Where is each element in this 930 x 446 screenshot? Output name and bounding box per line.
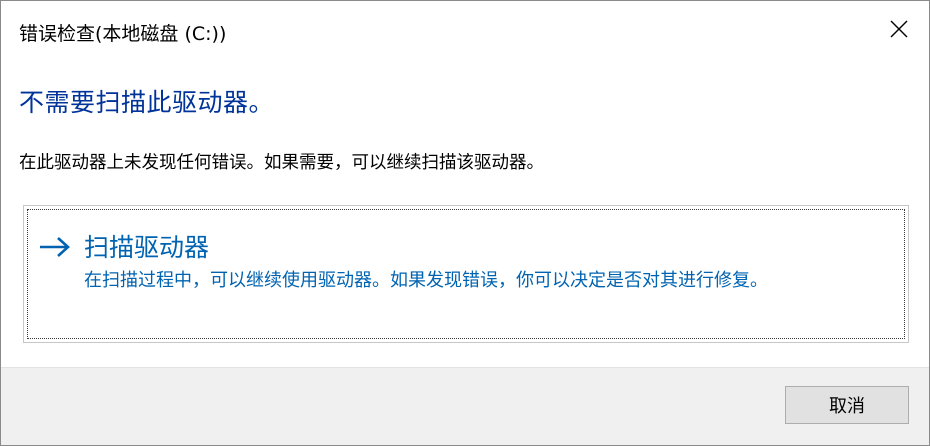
cancel-button[interactable]: 取消 [785,386,909,424]
arrow-right-icon [40,237,70,257]
scan-drive-description: 在扫描过程中，可以继续使用驱动器。如果发现错误，你可以决定是否对其进行修复。 [84,270,768,291]
close-icon [890,20,908,38]
title-bar: 错误检查(本地磁盘 (C:)) [1,1,929,57]
scan-drive-command-link[interactable]: 扫描驱动器 在扫描过程中，可以继续使用驱动器。如果发现错误，你可以决定是否对其进… [23,205,909,343]
scan-drive-title: 扫描驱动器 [84,233,210,262]
main-instruction-heading: 不需要扫描此驱动器。 [19,88,275,117]
window-title: 错误检查(本地磁盘 (C:)) [19,23,227,45]
dialog-footer: 取消 [1,367,929,445]
content-message: 在此驱动器上未发现任何错误。如果需要，可以继续扫描该驱动器。 [19,153,544,173]
close-button[interactable] [869,1,929,57]
error-check-dialog: 错误检查(本地磁盘 (C:)) 不需要扫描此驱动器。 在此驱动器上未发现任何错误… [0,0,930,446]
